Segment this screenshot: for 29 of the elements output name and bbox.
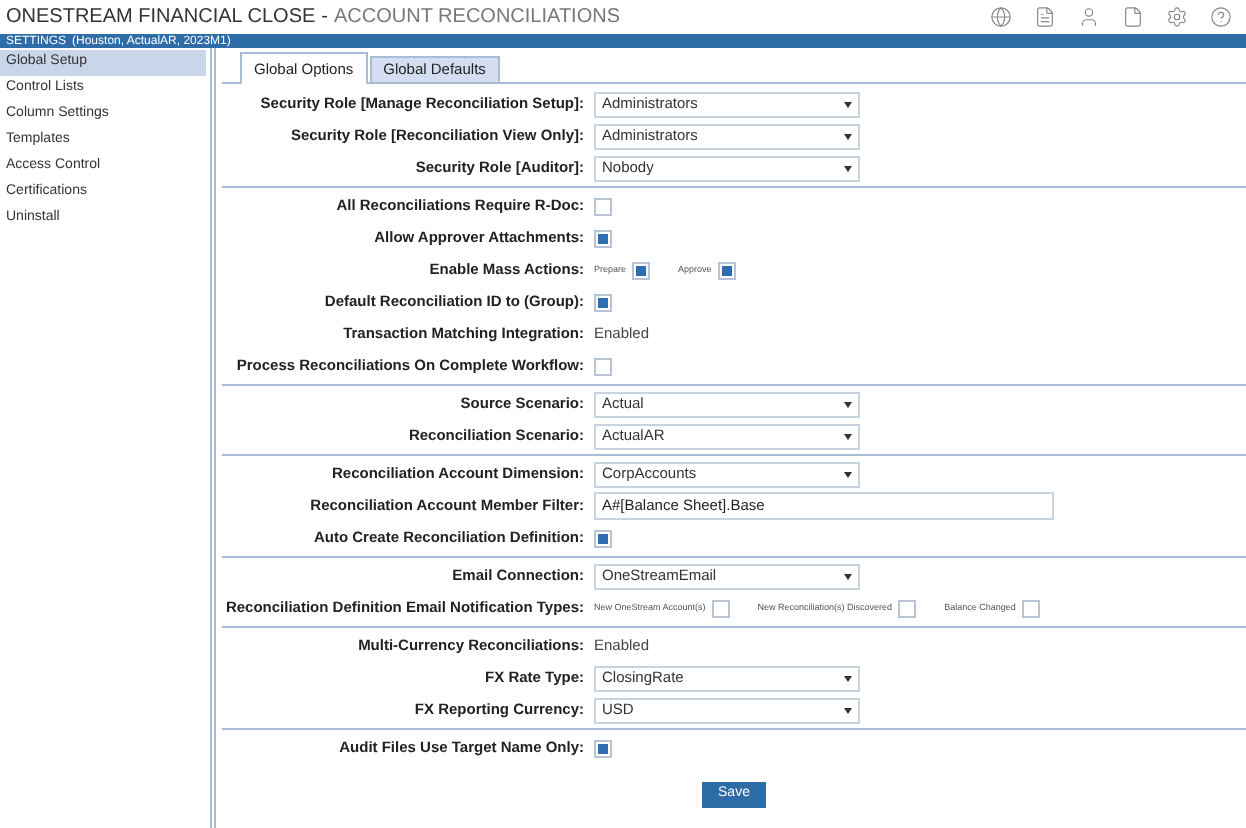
checkbox[interactable] <box>594 229 612 247</box>
caret-icon <box>844 401 852 407</box>
globe-icon[interactable] <box>990 6 1012 28</box>
document-icon[interactable] <box>1122 6 1144 28</box>
caret-icon <box>844 133 852 139</box>
checkbox[interactable] <box>594 529 612 547</box>
help-icon[interactable] <box>1210 6 1232 28</box>
checkbox[interactable] <box>594 357 612 375</box>
settings-icon[interactable] <box>1166 6 1188 28</box>
caret-icon <box>844 471 852 477</box>
caret-icon <box>844 433 852 439</box>
checkbox[interactable] <box>594 293 612 311</box>
caret-icon <box>844 101 852 107</box>
checkbox[interactable] <box>594 197 612 215</box>
checkbox[interactable] <box>717 261 736 279</box>
checkbox[interactable] <box>898 599 917 617</box>
app-title: ONESTREAM FINANCIAL CLOSE <box>6 4 316 32</box>
list-icon[interactable] <box>1034 6 1056 28</box>
caret-icon <box>844 165 852 171</box>
checkbox[interactable] <box>632 261 651 279</box>
checkbox[interactable] <box>711 599 730 617</box>
checkbox[interactable] <box>1021 599 1040 617</box>
caret-icon <box>844 573 852 579</box>
caret-icon <box>844 707 852 713</box>
title-separator: - <box>321 4 329 32</box>
caret-icon <box>844 675 852 681</box>
user-icon[interactable] <box>1078 6 1100 28</box>
page-title: ACCOUNT RECONCILIATIONS <box>334 4 620 32</box>
checkbox[interactable] <box>594 739 612 757</box>
